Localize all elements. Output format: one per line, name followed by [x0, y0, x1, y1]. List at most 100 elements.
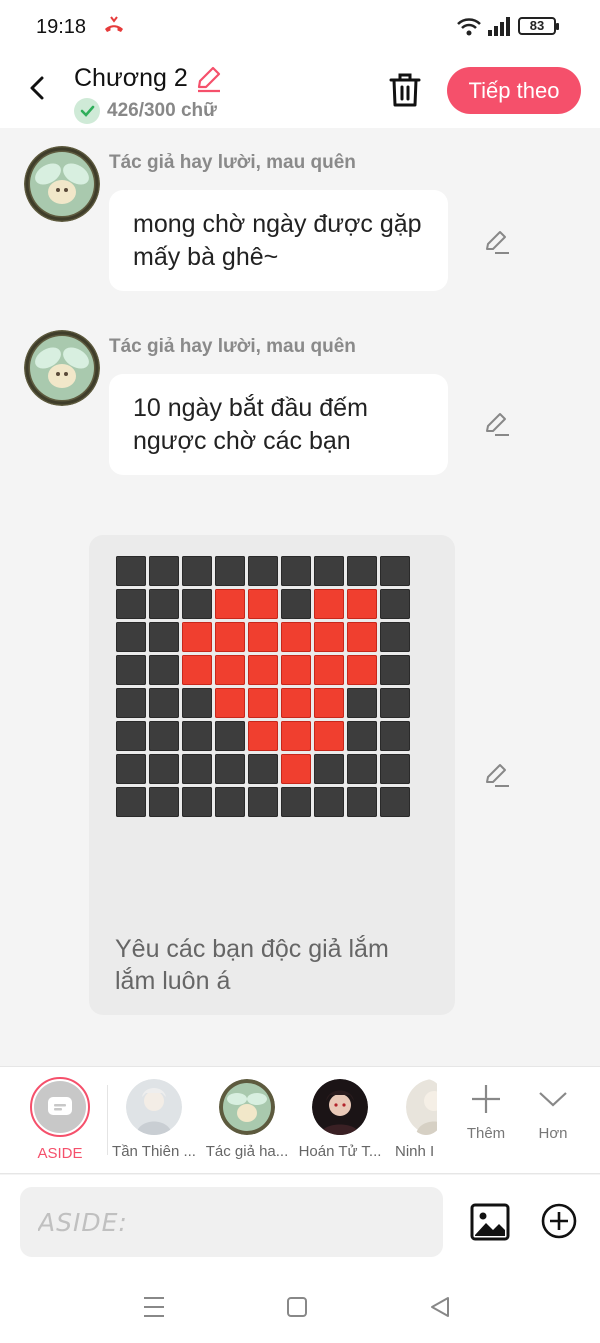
pixel-red	[248, 622, 278, 652]
pixel-dark	[380, 622, 410, 652]
character-item[interactable]: Ninh I	[387, 1079, 437, 1160]
message-author: Tác giả hay lười, mau quên	[109, 336, 356, 357]
edit-message-icon[interactable]	[483, 228, 511, 256]
pixel-dark	[314, 556, 344, 586]
pixel-dark	[116, 655, 146, 685]
pixel-dark	[347, 556, 377, 586]
avatar[interactable]	[24, 330, 100, 406]
status-time: 19:18	[36, 16, 87, 38]
message-author: Tác giả hay lười, mau quên	[109, 152, 356, 173]
pixel-red	[314, 688, 344, 718]
aside-label: ASIDE	[37, 1145, 83, 1162]
pixel-dark	[314, 787, 344, 817]
character-item[interactable]: Tần Thiên ...	[108, 1079, 200, 1160]
add-label: Thêm	[466, 1125, 506, 1142]
pixel-dark	[347, 787, 377, 817]
pixel-dark	[116, 721, 146, 751]
edit-message-icon[interactable]	[483, 410, 511, 438]
editor-header: Chương 2 426/300 chữ Tiếp theo	[0, 56, 600, 128]
chat-bubble-icon	[48, 1097, 72, 1115]
pixel-dark	[380, 787, 410, 817]
signal-icon	[488, 17, 510, 36]
trash-icon[interactable]	[387, 70, 423, 110]
pixel-dark	[149, 622, 179, 652]
home-icon[interactable]	[285, 1294, 309, 1320]
pixel-dark	[149, 754, 179, 784]
more-button[interactable]: Hơn	[525, 1083, 581, 1142]
pixel-dark	[149, 787, 179, 817]
pixel-dark	[182, 754, 212, 784]
pixel-dark	[380, 589, 410, 619]
pixel-dark	[248, 556, 278, 586]
message-input[interactable]	[20, 1187, 443, 1257]
pixel-heart-image	[116, 556, 410, 817]
pixel-dark	[149, 688, 179, 718]
pixel-dark	[281, 556, 311, 586]
pixel-dark	[380, 688, 410, 718]
pixel-red	[281, 688, 311, 718]
aside-character[interactable]	[30, 1077, 90, 1137]
next-button[interactable]: Tiếp theo	[447, 67, 581, 114]
pixel-dark	[380, 655, 410, 685]
wifi-icon	[457, 18, 481, 36]
pixel-dark	[281, 787, 311, 817]
pixel-dark	[116, 754, 146, 784]
image-icon[interactable]	[470, 1203, 510, 1241]
character-name: Hoán Tử T...	[298, 1143, 382, 1160]
add-character-button[interactable]: Thêm	[458, 1083, 514, 1142]
edit-title-icon[interactable]	[194, 65, 222, 93]
status-bar: 19:18 83	[0, 0, 600, 56]
pixel-red	[347, 655, 377, 685]
pixel-dark	[380, 754, 410, 784]
pixel-red	[281, 754, 311, 784]
pixel-dark	[182, 787, 212, 817]
pixel-dark	[248, 754, 278, 784]
more-label: Hơn	[538, 1125, 568, 1142]
character-name: Tần Thiên ...	[112, 1143, 196, 1160]
pixel-red	[215, 589, 245, 619]
image-caption: Yêu các bạn độc giả lắm lắm luôn á	[115, 935, 389, 995]
message-bubble[interactable]: mong chờ ngày được gặp mấy bà ghê~	[109, 190, 448, 291]
pixel-dark	[116, 589, 146, 619]
character-item[interactable]: Hoán Tử T...	[294, 1079, 386, 1160]
pixel-dark	[182, 721, 212, 751]
pixel-red	[248, 655, 278, 685]
pixel-dark	[116, 622, 146, 652]
character-avatar	[126, 1079, 182, 1135]
character-avatar	[312, 1079, 368, 1135]
back-icon[interactable]	[20, 70, 56, 106]
pixel-dark	[149, 556, 179, 586]
pixel-dark	[248, 787, 278, 817]
menu-icon[interactable]	[142, 1294, 166, 1320]
pixel-dark	[380, 721, 410, 751]
pixel-dark	[347, 754, 377, 784]
pixel-dark	[149, 655, 179, 685]
missed-call-icon	[105, 16, 123, 32]
message-bubble[interactable]: 10 ngày bắt đầu đếm ngược chờ các bạn	[109, 374, 448, 475]
pixel-dark	[149, 721, 179, 751]
chapter-title[interactable]: Chương 2	[74, 64, 188, 93]
add-circle-icon[interactable]	[541, 1203, 577, 1239]
pixel-red	[347, 622, 377, 652]
pixel-red	[182, 655, 212, 685]
system-navigation	[0, 1284, 600, 1334]
image-message[interactable]: Yêu các bạn độc giả lắm lắm luôn á	[89, 535, 455, 1015]
word-count: 426/300 chữ	[107, 100, 217, 121]
avatar[interactable]	[24, 146, 100, 222]
pixel-dark	[116, 688, 146, 718]
pixel-red	[248, 721, 278, 751]
pixel-dark	[182, 556, 212, 586]
back-nav-icon[interactable]	[428, 1294, 452, 1320]
character-item[interactable]: Tác giả ha...	[201, 1079, 293, 1160]
pixel-dark	[281, 589, 311, 619]
pixel-dark	[380, 556, 410, 586]
pixel-dark	[182, 688, 212, 718]
pixel-red	[281, 655, 311, 685]
pixel-dark	[116, 556, 146, 586]
pixel-dark	[215, 787, 245, 817]
pixel-red	[215, 655, 245, 685]
character-name: Tác giả ha...	[205, 1143, 289, 1160]
pixel-red	[314, 721, 344, 751]
edit-message-icon[interactable]	[483, 761, 511, 789]
pixel-red	[215, 622, 245, 652]
